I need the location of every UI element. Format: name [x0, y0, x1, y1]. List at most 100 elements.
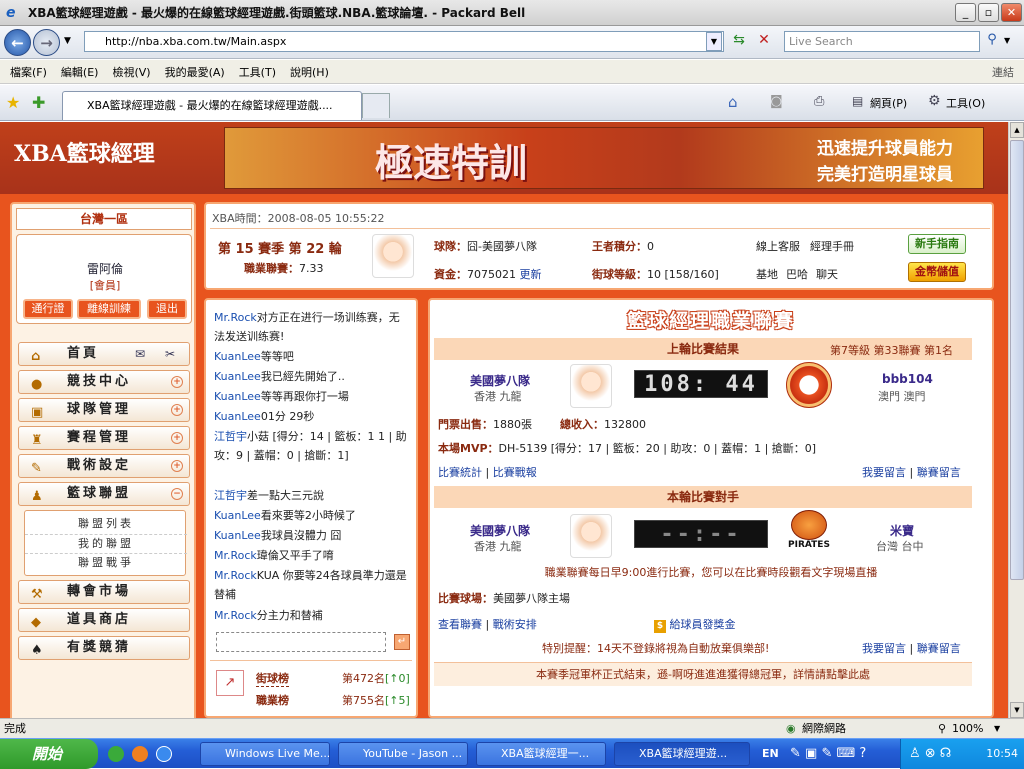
- away-team-logo[interactable]: [786, 362, 832, 408]
- menu-help[interactable]: 說明(H): [290, 64, 329, 80]
- nav-team[interactable]: ▣ 球隊管理 +: [18, 398, 190, 422]
- site-logo[interactable]: XBA籃球經理: [14, 136, 194, 176]
- search-icon[interactable]: ⚲: [982, 32, 1002, 52]
- league-message-link[interactable]: 聯賽留言: [917, 642, 961, 655]
- nav-shop[interactable]: ◆ 道具商店: [18, 608, 190, 632]
- menu-edit[interactable]: 編輯(E): [61, 64, 99, 80]
- zoom-level[interactable]: 100%: [952, 719, 983, 738]
- nav-lottery[interactable]: ♠ 有獎競猜: [18, 636, 190, 660]
- nav-schedule[interactable]: ♜ 賽程管理 +: [18, 426, 190, 450]
- tools-menu[interactable]: 工具(O): [946, 95, 985, 111]
- tools-icon[interactable]: ✂: [165, 343, 178, 365]
- start-button[interactable]: 開始: [0, 739, 98, 769]
- links-label[interactable]: 連結: [992, 64, 1014, 80]
- gold-topup-button[interactable]: 金幣儲值: [908, 262, 966, 282]
- scroll-up-icon[interactable]: ▲: [1010, 122, 1024, 138]
- scroll-thumb[interactable]: [1010, 140, 1024, 580]
- nav-league[interactable]: ♟ 籃球聯盟 −: [18, 482, 190, 506]
- tray-user-icon[interactable]: ♙ ⊗ ☊: [909, 739, 951, 769]
- favorites-star-icon[interactable]: ★: [6, 93, 20, 112]
- match-stats-link[interactable]: 比賽統計: [438, 466, 482, 479]
- close-button[interactable]: ✕: [1001, 3, 1022, 22]
- bonus-link[interactable]: $ 給球員發獎金: [654, 616, 736, 633]
- rank2-label[interactable]: 職業榜: [256, 692, 289, 708]
- rank1-label[interactable]: 街球榜: [256, 670, 289, 687]
- taskbar-item-youtube[interactable]: YouTube - Jason ...: [338, 742, 468, 766]
- add-favorite-icon[interactable]: ✚: [32, 93, 45, 112]
- leave-message-link[interactable]: 我要留言: [862, 466, 906, 479]
- service-link[interactable]: 線上客服: [756, 238, 800, 254]
- subnav-league-list[interactable]: 聯盟列表: [25, 515, 187, 531]
- menu-favorites[interactable]: 我的最愛(A): [165, 64, 225, 80]
- subnav-my-league[interactable]: 我的聯盟: [25, 534, 187, 551]
- next-home-team[interactable]: 美國夢八隊: [470, 522, 530, 539]
- expand-icon[interactable]: +: [171, 404, 183, 416]
- home-team-avatar[interactable]: [570, 364, 612, 408]
- forward-button[interactable]: →: [33, 29, 60, 56]
- taskbar-item-xba-active[interactable]: XBA籃球經理遊...: [614, 742, 750, 766]
- expand-icon[interactable]: +: [171, 432, 183, 444]
- mail-icon[interactable]: ✉: [135, 343, 148, 365]
- base-link[interactable]: 基地: [756, 266, 778, 282]
- expand-icon[interactable]: +: [171, 376, 183, 388]
- pirates-logo[interactable]: PIRATES: [784, 510, 834, 558]
- manager-avatar[interactable]: [372, 234, 414, 278]
- url-dropdown-icon[interactable]: ▼: [706, 32, 722, 51]
- tab-active[interactable]: XBA籃球經理遊戲 - 最火爆的在線籃球經理遊戲....: [62, 91, 362, 120]
- match-report-link[interactable]: 比賽戰報: [493, 466, 537, 479]
- nav-tactics[interactable]: ✎ 戰術設定 +: [18, 454, 190, 478]
- tactics-link[interactable]: 戰術安排: [493, 618, 537, 631]
- away-team-name[interactable]: bbb104: [882, 372, 933, 386]
- history-dropdown-icon[interactable]: ▼: [64, 36, 71, 46]
- scroll-down-icon[interactable]: ▼: [1010, 702, 1024, 718]
- expand-icon[interactable]: +: [171, 460, 183, 472]
- nav-home[interactable]: ⌂ 首頁 ✉ ✂: [18, 342, 190, 366]
- nav-arena[interactable]: ● 競技中心 +: [18, 370, 190, 394]
- page-scrollbar[interactable]: ▲ ▼: [1008, 122, 1024, 718]
- quicklaunch-icon[interactable]: [156, 746, 172, 762]
- send-icon[interactable]: ↵: [394, 634, 410, 650]
- next-home-avatar[interactable]: [570, 514, 612, 558]
- manual-link[interactable]: 經理手冊: [810, 238, 854, 254]
- home-icon[interactable]: ⌂: [728, 93, 738, 111]
- chat-input[interactable]: [216, 632, 386, 652]
- guide-button[interactable]: 新手指南: [908, 234, 966, 254]
- back-button[interactable]: ←: [4, 29, 31, 56]
- nav-transfer[interactable]: ⚒ 轉會市場: [18, 580, 190, 604]
- next-away-team[interactable]: 米寶: [890, 522, 914, 539]
- quicklaunch-icon[interactable]: [108, 746, 124, 762]
- view-league-link[interactable]: 查看聯賽: [438, 618, 482, 631]
- maximize-button[interactable]: ▫: [978, 3, 999, 22]
- zoom-dropdown-icon[interactable]: ▼: [994, 719, 1000, 738]
- menu-file[interactable]: 檔案(F): [10, 64, 47, 80]
- taskbar-item-xba-1[interactable]: XBA籃球經理一...: [476, 742, 606, 766]
- refresh-icon[interactable]: ⇆: [729, 32, 749, 52]
- page-icon[interactable]: ▤: [852, 94, 863, 108]
- language-indicator[interactable]: EN: [762, 747, 779, 760]
- search-input[interactable]: Live Search: [784, 31, 980, 52]
- stop-icon[interactable]: ✕: [754, 32, 774, 52]
- logout-button[interactable]: 退出: [147, 299, 187, 319]
- season-footer-notice[interactable]: 本賽季冠軍杯正式結束，遜-啊呀進進進獲得總冠軍，詳情請點擊此處: [434, 662, 972, 686]
- refresh-funds-link[interactable]: 更新: [520, 268, 542, 281]
- collapse-icon[interactable]: −: [171, 488, 183, 500]
- home-team-name[interactable]: 美國夢八隊: [470, 372, 530, 389]
- tray-tools-icon[interactable]: ✎ ▣ ✎ ⌨ ?: [790, 746, 866, 761]
- clock[interactable]: 10:54: [986, 747, 1018, 760]
- minimize-button[interactable]: _: [955, 3, 976, 22]
- gear-icon[interactable]: ⚙: [928, 93, 941, 109]
- new-tab-button[interactable]: [362, 93, 390, 118]
- offline-training-button[interactable]: 離線訓練: [77, 299, 141, 319]
- taskbar-item-messenger[interactable]: Windows Live Me...: [200, 742, 330, 766]
- url-input[interactable]: http://nba.xba.com.tw/Main.aspx: [84, 31, 724, 52]
- leave-message-link[interactable]: 我要留言: [862, 642, 906, 655]
- search-options-icon[interactable]: ▼: [1004, 36, 1010, 45]
- bar-link[interactable]: 巴哈: [786, 266, 808, 282]
- promo-banner[interactable]: 極速特訓 迅速提升球員能力 完美打造明星球員: [224, 127, 984, 189]
- menu-tools[interactable]: 工具(T): [239, 64, 276, 80]
- passport-button[interactable]: 通行證: [23, 299, 73, 319]
- league-message-link[interactable]: 聯賽留言: [917, 466, 961, 479]
- page-menu[interactable]: 網頁(P): [870, 95, 907, 111]
- chat-link[interactable]: 聊天: [816, 266, 838, 282]
- subnav-league-war[interactable]: 聯盟戰爭: [25, 553, 187, 570]
